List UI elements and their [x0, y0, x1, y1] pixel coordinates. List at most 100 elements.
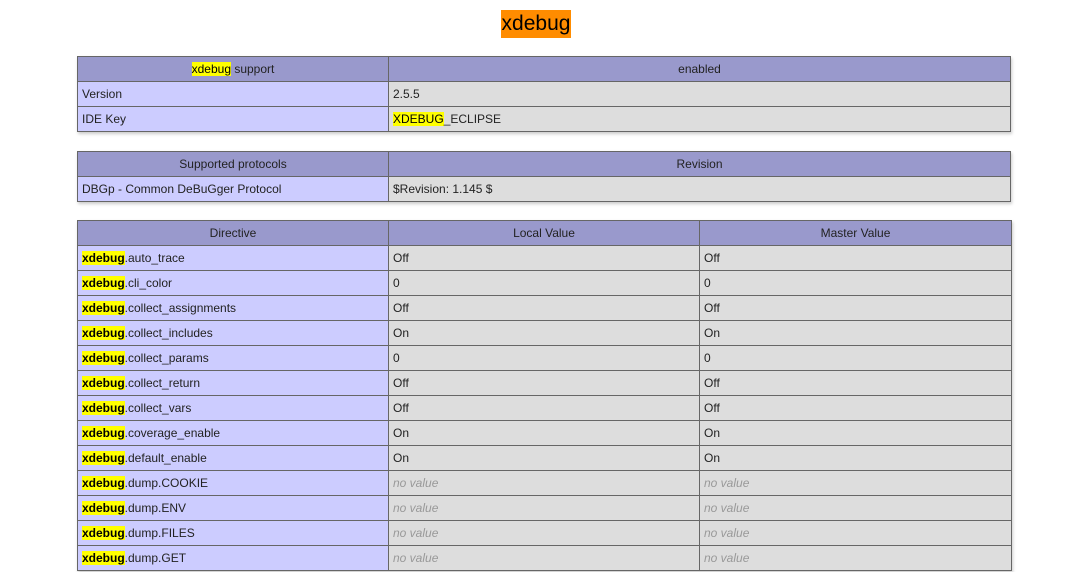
directive-prefix-highlight: xdebug — [82, 351, 125, 365]
directive-suffix: .default_enable — [124, 451, 207, 465]
directive-suffix: .collect_params — [124, 351, 209, 365]
master-value: Off — [699, 295, 1012, 321]
local-value: On — [388, 420, 700, 446]
version-key: Version — [77, 81, 389, 107]
phpinfo-page: xdebug xdebug support enabled Version 2.… — [0, 0, 1072, 572]
master-value: 0 — [699, 270, 1012, 296]
master-value: On — [699, 445, 1012, 471]
master-value: no value — [699, 545, 1012, 571]
directive-suffix: .cli_color — [124, 276, 173, 290]
directive-prefix-highlight: xdebug — [82, 376, 125, 390]
table-row: xdebug.auto_trace Off Off — [77, 245, 1012, 271]
local-value: Off — [388, 395, 700, 421]
local-value: On — [388, 320, 700, 346]
directive-name: xdebug.collect_vars — [77, 395, 389, 421]
master-value: Off — [699, 395, 1012, 421]
directive-name: xdebug.coverage_enable — [77, 420, 389, 446]
directive-prefix-highlight: xdebug — [82, 526, 125, 540]
section-title: xdebug — [500, 10, 572, 38]
table-row: xdebug.default_enable On On — [77, 445, 1012, 471]
protocol-revision: $Revision: 1.145 $ — [388, 176, 1011, 202]
directive-name: xdebug.dump.COOKIE — [77, 470, 389, 496]
directive-suffix: .collect_includes — [124, 326, 213, 340]
ide-key-highlight: XDEBUG — [393, 112, 444, 126]
directive-name: xdebug.dump.FILES — [77, 520, 389, 546]
directive-name: xdebug.dump.ENV — [77, 495, 389, 521]
directive-name: xdebug.auto_trace — [77, 245, 389, 271]
directive-prefix-highlight: xdebug — [82, 476, 125, 490]
directive-name: xdebug.collect_includes — [77, 320, 389, 346]
table-row: xdebug.dump.COOKIE no value no value — [77, 470, 1012, 496]
directive-rows: xdebug.auto_trace Off Off xdebug.cli_color 0… — [77, 245, 1012, 571]
master-value: no value — [699, 495, 1012, 521]
directive-suffix: .collect_assignments — [124, 301, 237, 315]
directive-suffix: .dump.COOKIE — [124, 476, 209, 490]
directive-prefix-highlight: xdebug — [82, 301, 125, 315]
table-row: xdebug.dump.GET no value no value — [77, 545, 1012, 571]
directives-header-row: Directive Local Value Master Value — [77, 220, 1012, 246]
ide-key-rest: _ECLIPSE — [443, 112, 502, 126]
directive-prefix-highlight: xdebug — [82, 276, 125, 290]
directive-suffix: .dump.ENV — [124, 501, 187, 515]
directive-prefix-highlight: xdebug — [82, 326, 125, 340]
section-title-wrap: xdebug — [0, 10, 1072, 38]
support-header-row: xdebug support enabled — [77, 56, 1011, 82]
support-header-highlight: xdebug — [191, 62, 231, 76]
directive-name: xdebug.cli_color — [77, 270, 389, 296]
table-row: xdebug.collect_vars Off Off — [77, 395, 1012, 421]
master-value: On — [699, 420, 1012, 446]
ide-key-value: XDEBUG_ECLIPSE — [388, 106, 1011, 132]
support-header-label: xdebug support — [77, 56, 389, 82]
master-value-header: Master Value — [699, 220, 1012, 246]
directive-suffix: .dump.GET — [124, 551, 187, 565]
directive-suffix: .collect_vars — [124, 401, 192, 415]
support-header-value: enabled — [388, 56, 1011, 82]
master-value: no value — [699, 470, 1012, 496]
ide-key-key: IDE Key — [77, 106, 389, 132]
directive-name: xdebug.collect_return — [77, 370, 389, 396]
table-row: DBGp - Common DeBuGger Protocol $Revisio… — [77, 176, 1011, 202]
master-value: no value — [699, 520, 1012, 546]
local-value: no value — [388, 495, 700, 521]
directive-header: Directive — [77, 220, 389, 246]
directive-prefix-highlight: xdebug — [82, 426, 125, 440]
protocols-header: Supported protocols — [77, 151, 389, 177]
local-value: Off — [388, 245, 700, 271]
revision-header: Revision — [388, 151, 1011, 177]
local-value: 0 — [388, 345, 700, 371]
directive-suffix: .coverage_enable — [124, 426, 221, 440]
table-row: xdebug.dump.FILES no value no value — [77, 520, 1012, 546]
directive-name: xdebug.collect_assignments — [77, 295, 389, 321]
directive-prefix-highlight: xdebug — [82, 501, 125, 515]
local-value: no value — [388, 545, 700, 571]
table-row: xdebug.cli_color 0 0 — [77, 270, 1012, 296]
master-value: Off — [699, 245, 1012, 271]
table-row: xdebug.collect_return Off Off — [77, 370, 1012, 396]
protocol-name: DBGp - Common DeBuGger Protocol — [77, 176, 389, 202]
local-value: On — [388, 445, 700, 471]
protocols-table: Supported protocols Revision DBGp - Comm… — [77, 151, 1011, 202]
support-header-label-rest: support — [231, 62, 275, 76]
directive-suffix: .auto_trace — [124, 251, 185, 265]
directive-name: xdebug.dump.GET — [77, 545, 389, 571]
directive-prefix-highlight: xdebug — [82, 251, 125, 265]
support-table: xdebug support enabled Version 2.5.5 IDE… — [77, 56, 1011, 132]
version-value: 2.5.5 — [388, 81, 1011, 107]
local-value: Off — [388, 370, 700, 396]
table-row: xdebug.collect_assignments Off Off — [77, 295, 1012, 321]
directive-name: xdebug.collect_params — [77, 345, 389, 371]
master-value: On — [699, 320, 1012, 346]
directives-table: Directive Local Value Master Value xdebu… — [77, 220, 1012, 571]
protocols-header-row: Supported protocols Revision — [77, 151, 1011, 177]
directive-prefix-highlight: xdebug — [82, 401, 125, 415]
local-value-header: Local Value — [388, 220, 700, 246]
local-value: Off — [388, 295, 700, 321]
directive-name: xdebug.default_enable — [77, 445, 389, 471]
table-row: Version 2.5.5 — [77, 81, 1011, 107]
local-value: 0 — [388, 270, 700, 296]
table-row: xdebug.collect_params 0 0 — [77, 345, 1012, 371]
table-row: xdebug.dump.ENV no value no value — [77, 495, 1012, 521]
local-value: no value — [388, 520, 700, 546]
master-value: 0 — [699, 345, 1012, 371]
directive-prefix-highlight: xdebug — [82, 451, 125, 465]
